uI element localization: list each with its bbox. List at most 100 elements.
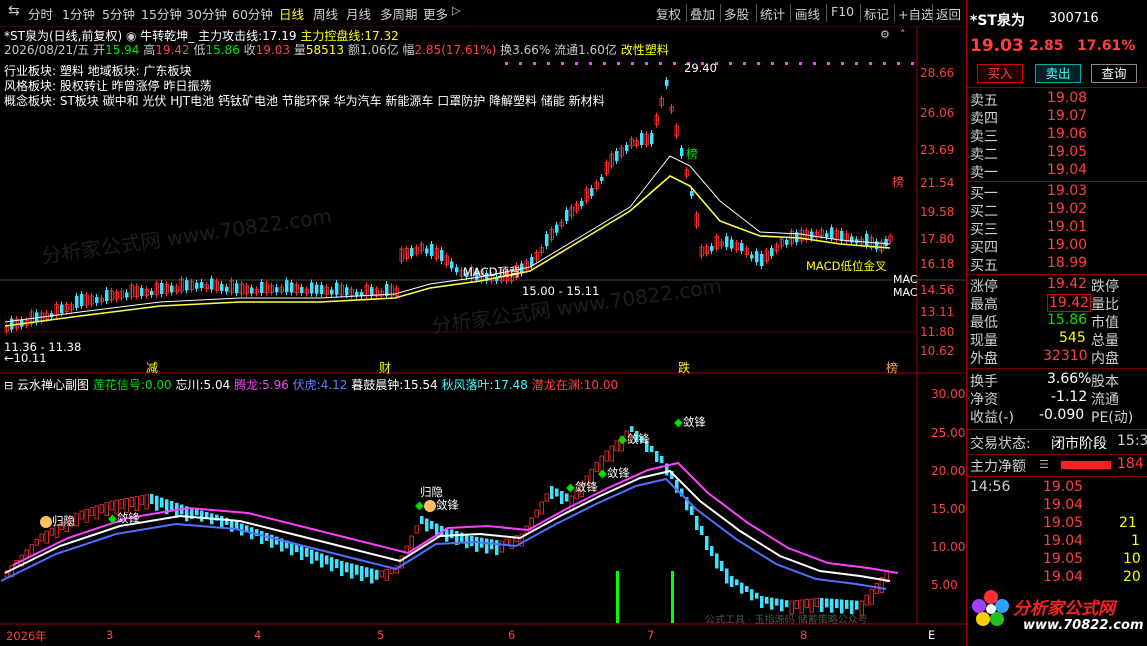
sub-bar: [820, 598, 824, 612]
sub-bar: [44, 530, 49, 544]
candle-body: [690, 191, 694, 196]
sub-indicator-name[interactable]: 云水禅心副图: [17, 378, 89, 392]
settings-icon[interactable]: ⚙: [880, 28, 890, 41]
toolbar-divider: [826, 4, 827, 22]
lotus-value: 0.00: [144, 378, 172, 392]
candle-body: [170, 285, 174, 293]
candle-body: [410, 248, 414, 256]
candle-body: [10, 318, 14, 330]
sub-axis-tick: 30.00: [931, 387, 966, 401]
candle-body: [275, 287, 279, 293]
overlay-button[interactable]: 叠加: [690, 4, 715, 23]
tab-60min[interactable]: 60分钟: [232, 4, 273, 23]
mark-button[interactable]: 标记: [864, 4, 889, 23]
toolbar-divider: [756, 4, 757, 22]
peak-label: 29.40: [684, 61, 717, 75]
tick-price: 19.04: [1043, 533, 1084, 549]
concept-tag[interactable]: 改性塑料: [621, 43, 669, 57]
fuquan-button[interactable]: 复权: [656, 4, 681, 23]
menu-icon[interactable]: ⇆: [8, 3, 20, 19]
open-value: 15.94: [105, 43, 140, 57]
vol-label: 量: [293, 43, 306, 57]
sub-bar: [34, 538, 39, 546]
sub-bar: [340, 561, 344, 576]
stats-button[interactable]: 统计: [760, 4, 785, 23]
candle-body: [865, 233, 869, 246]
tab-1min[interactable]: 1分钟: [62, 4, 95, 23]
sub-bar: [555, 488, 559, 497]
sub-bar: [375, 569, 379, 580]
candle-body: [200, 282, 204, 288]
tab-weekly[interactable]: 周线: [313, 4, 338, 23]
top-dot: [729, 62, 732, 65]
stat-label: 换手: [970, 374, 998, 390]
tab-5min[interactable]: 5分钟: [102, 4, 135, 23]
candle-body: [220, 284, 224, 291]
top-dot: [659, 62, 662, 65]
sub-bar: [129, 497, 134, 507]
tab-monthly[interactable]: 月线: [346, 4, 371, 23]
sub-bar: [539, 501, 544, 515]
top-dot: [911, 62, 914, 65]
ask-price: 19.07: [1047, 108, 1088, 124]
bid-label: 买四: [970, 240, 998, 256]
tick-price: 19.04: [1043, 497, 1084, 513]
top-dot: [855, 62, 858, 65]
sub-bar: [345, 562, 349, 573]
sub-bar: [755, 592, 759, 599]
expand-icon[interactable]: ⊟: [4, 379, 13, 392]
tab-fenshi[interactable]: 分时: [28, 4, 53, 23]
multi-stock-button[interactable]: 多股: [724, 4, 749, 23]
sub-bar: [550, 486, 554, 499]
candle-body: [615, 151, 619, 161]
stat-label: 收益(-): [970, 410, 1014, 426]
chevron-down-icon[interactable]: ▷: [452, 4, 460, 17]
query-button[interactable]: 查询: [1091, 64, 1137, 83]
qianlong-value: 10.00: [583, 378, 619, 392]
tab-multi-period[interactable]: 多周期: [380, 4, 418, 23]
top-dot: [519, 62, 522, 65]
top-dot: [505, 62, 508, 65]
tab-15min[interactable]: 15分钟: [141, 4, 182, 23]
chevron-up-icon[interactable]: ˄: [900, 28, 906, 41]
footer-watermark: 公式工具 · 玉指源码 储蓄策略公众号: [705, 615, 868, 626]
sub-bar: [195, 509, 199, 516]
price-tick: 17.80: [920, 232, 955, 246]
sub-axis-tick: 25.00: [931, 426, 966, 440]
bid-row: 买二 19.02: [967, 201, 1147, 220]
sub-bar: [864, 594, 869, 606]
chart-canvas: [0, 26, 966, 625]
sub-bar: [770, 597, 774, 610]
sub-bar: [825, 598, 829, 608]
sub-bar: [420, 516, 424, 524]
ask-row: 卖三 19.06: [967, 126, 1147, 145]
candle-body: [370, 287, 374, 296]
candle-body: [580, 201, 584, 206]
candle-body: [140, 288, 144, 296]
tab-daily[interactable]: 日线: [279, 4, 304, 23]
f10-button[interactable]: F10: [831, 4, 854, 19]
mac-label: MAC: [893, 286, 918, 299]
mac-label: MAC: [893, 273, 918, 286]
buy-button[interactable]: 买入: [977, 64, 1023, 83]
draw-line-button[interactable]: 画线: [795, 4, 820, 23]
tab-more[interactable]: 更多: [423, 4, 448, 23]
candle-body: [225, 286, 229, 292]
sell-button[interactable]: 卖出: [1035, 64, 1081, 83]
candle-body: [840, 231, 844, 241]
list-icon[interactable]: ☰: [1039, 458, 1049, 471]
candle-body: [75, 295, 79, 308]
stat-label: 股本: [1091, 374, 1119, 390]
marker-cai: 财: [379, 361, 392, 375]
bid-label: 买一: [970, 186, 998, 202]
candle-body: [750, 254, 754, 259]
tab-30min[interactable]: 30分钟: [186, 4, 227, 23]
sub-bar: [200, 510, 204, 522]
top-dot: [547, 62, 550, 65]
range-label: 幅: [402, 43, 415, 57]
price-tick: 23.69: [920, 143, 955, 157]
candle-body: [430, 244, 434, 256]
sub-bar: [499, 540, 504, 553]
sub-bar: [260, 531, 264, 544]
candle-body: [725, 236, 729, 248]
